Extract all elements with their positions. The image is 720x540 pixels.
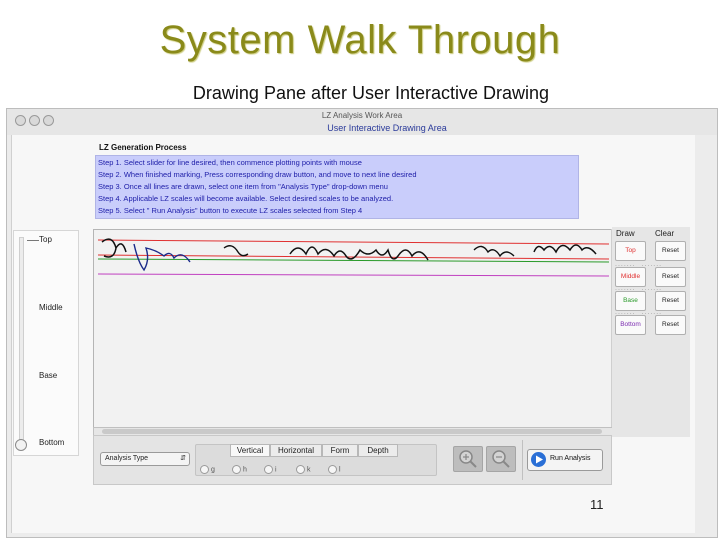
reset-top-button[interactable]: Reset (655, 241, 686, 261)
line-slider[interactable]: Top Middle Base Bottom (13, 230, 79, 456)
tab-form[interactable]: Form (322, 444, 358, 457)
slider-label-middle: Middle (39, 303, 63, 312)
window-title: LZ Analysis Work Area (321, 111, 403, 120)
slide-title: System Walk Through (159, 18, 561, 62)
radio-option[interactable]: l (328, 465, 341, 474)
slider-label-base: Base (39, 371, 58, 380)
step-item: Step 1. Select slider for line desired, … (98, 158, 362, 167)
process-title: LZ Generation Process (99, 143, 187, 152)
analysis-toolbar: Analysis Type ⇵ Vertical Horizontal Form… (93, 435, 612, 485)
step-item: Step 3. Once all lines are drawn, select… (98, 182, 388, 191)
radio-option[interactable]: h (232, 465, 247, 474)
reset-bottom-button[interactable]: Reset (655, 315, 686, 335)
scroll-thumb[interactable] (102, 429, 602, 434)
radio-icon (328, 465, 337, 474)
slider-thumb[interactable] (15, 439, 27, 451)
radio-icon (232, 465, 241, 474)
slide-subtitle: Drawing Pane after User Interactive Draw… (192, 83, 550, 103)
draw-header: Draw (616, 229, 635, 238)
draw-base-button[interactable]: Base (615, 291, 646, 311)
radio-option[interactable]: g (200, 465, 215, 474)
radio-icon (264, 465, 273, 474)
tab-horizontal[interactable]: Horizontal (270, 444, 322, 457)
clear-header: Clear (655, 229, 675, 238)
draw-clear-panel: Draw Clear Top Reset ....... ....... Mid… (612, 227, 690, 437)
reset-middle-button[interactable]: Reset (655, 267, 686, 287)
play-icon (531, 452, 546, 467)
slider-label-bottom: Bottom (39, 438, 65, 447)
analysis-type-label: Analysis Type (105, 455, 149, 462)
zoom-out-button[interactable] (486, 446, 516, 472)
radio-icon (296, 465, 305, 474)
window-subtitle: User Interactive Drawing Area (327, 123, 447, 133)
radio-option[interactable]: k (296, 465, 311, 474)
window-titlebar: LZ Analysis Work Area User Interactive D… (7, 109, 717, 135)
tab-vertical[interactable]: Vertical (230, 444, 270, 457)
zoom-in-button[interactable] (453, 446, 483, 472)
step-item: Step 4. Applicable LZ scales will become… (98, 194, 394, 203)
step-item: Step 2. When finished marking, Press cor… (98, 170, 417, 179)
handwriting-canvas (97, 238, 610, 277)
page-number: 11 (590, 497, 604, 512)
zoom-out-icon (492, 450, 510, 468)
draw-middle-button[interactable]: Middle (615, 267, 646, 287)
draw-bottom-button[interactable]: Bottom (615, 315, 646, 335)
drawing-pane[interactable] (93, 229, 613, 429)
reset-base-button[interactable]: Reset (655, 291, 686, 311)
tab-depth[interactable]: Depth (358, 444, 398, 457)
slider-track[interactable] (19, 237, 24, 447)
app-window: LZ Analysis Work Area User Interactive D… (6, 108, 718, 538)
scale-tabs-panel: Vertical Horizontal Form Depth g h i k l (195, 444, 437, 476)
draw-top-button[interactable]: Top (615, 241, 646, 261)
radio-option[interactable]: i (264, 465, 277, 474)
select-arrows-icon: ⇵ (180, 455, 186, 462)
steps-list: Step 1. Select slider for line desired, … (95, 155, 579, 219)
run-analysis-label: Run Analysis (550, 455, 591, 462)
slider-tick (27, 240, 39, 241)
run-analysis-button[interactable]: Run Analysis (527, 449, 603, 471)
radio-icon (200, 465, 209, 474)
analysis-type-select[interactable]: Analysis Type ⇵ (100, 452, 190, 466)
step-item: Step 5. Select " Run Analysis" button to… (98, 206, 363, 215)
slider-label-top: Top (39, 235, 52, 244)
zoom-in-icon (459, 450, 477, 468)
toolbar-divider (522, 440, 523, 480)
